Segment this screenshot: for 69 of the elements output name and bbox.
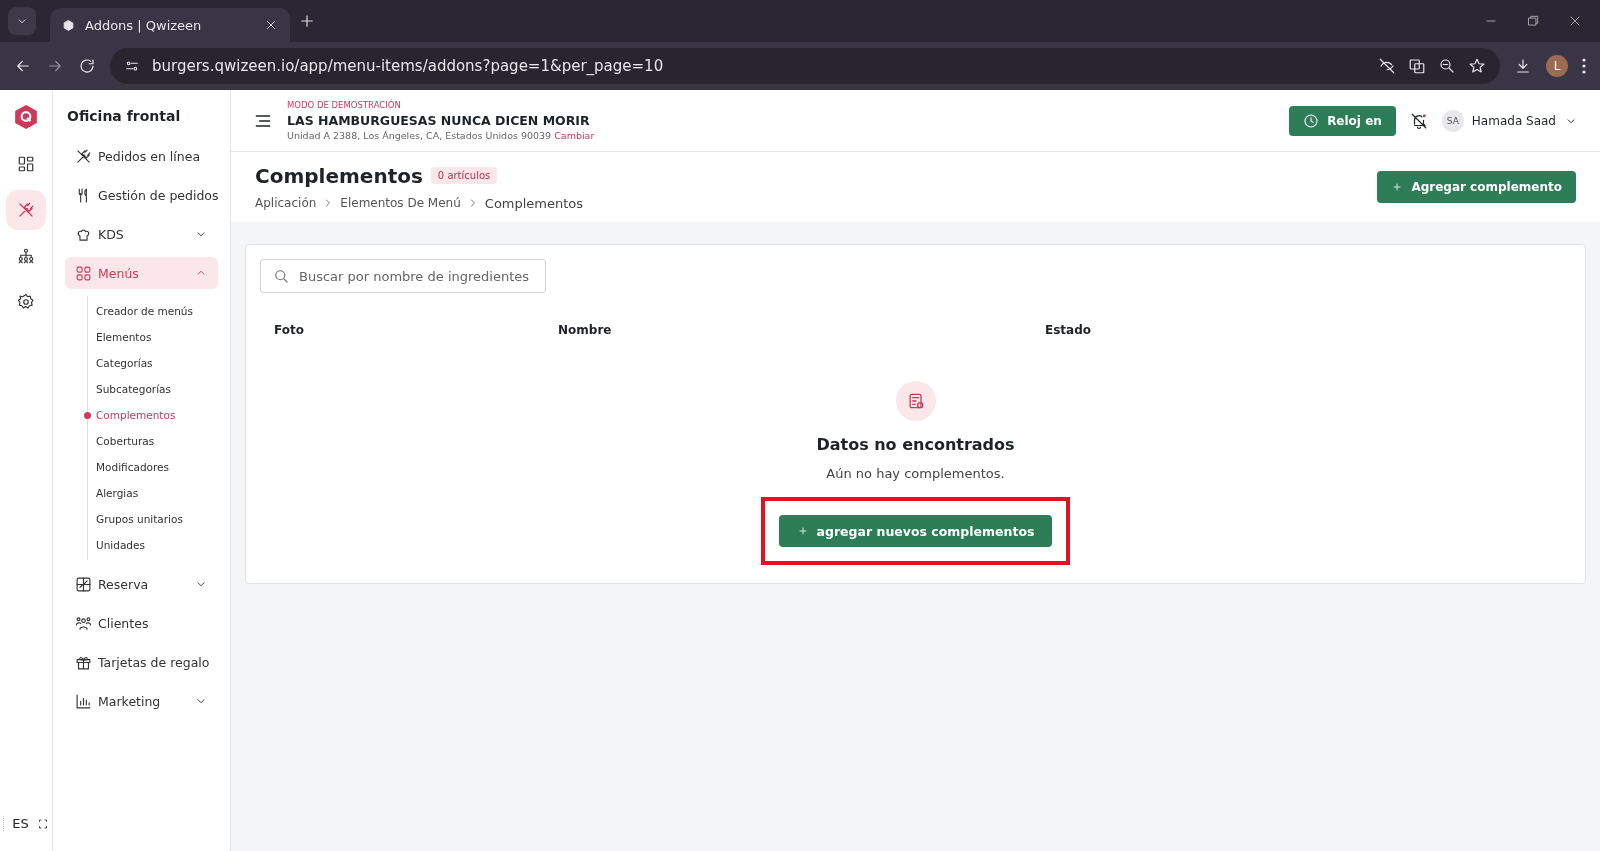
column-header: Nombre [558, 323, 613, 337]
nav-item[interactable]: Reserva [65, 568, 218, 600]
more-icon[interactable] [1582, 58, 1586, 74]
page-title: Complementos [255, 163, 423, 188]
eye-off-icon [1378, 57, 1396, 75]
submenu-item[interactable]: Modificadores [88, 454, 218, 480]
change-link[interactable]: Cambiar [554, 130, 595, 141]
clock-in-button[interactable]: Reloj en [1289, 105, 1396, 136]
restore-icon [1526, 14, 1540, 28]
rail-button[interactable] [6, 190, 46, 230]
submenu-item[interactable]: Subcategorías [88, 376, 218, 402]
sidebar-title: Oficina frontal [67, 108, 182, 124]
demo-mode-label: MODO DE DEMOSTRACIÓN [287, 100, 402, 110]
close-icon [264, 18, 278, 32]
submenu-item[interactable]: Elementos [88, 324, 218, 350]
nav-item[interactable]: KDS [65, 218, 218, 250]
nav-item[interactable]: Tarjetas de regalo [65, 646, 218, 678]
submenu-item[interactable]: Categorías [88, 350, 218, 376]
breadcrumb: Complementos [484, 195, 584, 211]
translate-icon [1408, 57, 1426, 75]
submenu-item[interactable]: Coberturas [88, 428, 218, 454]
address-bar[interactable]: burgers.qwizeen.io/app/menu-items/addons?page=1&per_page=10 [110, 48, 1500, 84]
submenu-item[interactable]: Alergias [88, 480, 218, 506]
plus-icon [298, 12, 316, 30]
breadcrumb[interactable]: Aplicación [255, 196, 317, 210]
nav-item[interactable]: Gestión de pedidos [65, 179, 218, 211]
nav-item[interactable]: Menús [65, 257, 218, 289]
submenu-item[interactable]: Creador de menús [88, 298, 218, 324]
expand-icon [36, 817, 49, 830]
dashboard-icon [17, 155, 35, 173]
empty-title: Datos no encontrados [816, 435, 1015, 454]
column-header: Estado [1045, 323, 1092, 337]
settings-icon [17, 293, 35, 311]
search-field[interactable]: Buscar por nombre de ingredientes [260, 259, 546, 293]
column-header: Foto [274, 323, 305, 337]
item-count: 0 artículos [430, 167, 498, 184]
bar-chart-icon [75, 692, 92, 710]
restaurant-address: Unidad A 2388, Los Ángeles, CA, Estados Unidos 90039 [287, 130, 552, 141]
new-tab-button[interactable] [298, 12, 316, 30]
site-settings-icon [124, 58, 140, 74]
language-label[interactable]: ES [12, 816, 29, 831]
browser-tab[interactable]: Addons | Qwizeen [50, 8, 290, 42]
restaurant-name: LAS HAMBURGUESAS NUNCA DICEN MORIR [287, 113, 591, 128]
grid-icon [75, 264, 92, 282]
fork-knife-icon [17, 201, 35, 219]
user-menu[interactable]: SA Hamada Saad [1441, 109, 1578, 132]
star-icon [1468, 57, 1486, 75]
add-addon-button[interactable]: Agregar complemento [1377, 171, 1576, 203]
zoom-icon [1438, 57, 1456, 75]
reload-icon [78, 57, 96, 75]
submenu-item[interactable]: Unidades [88, 532, 218, 558]
breadcrumb[interactable]: Elementos De Menú [340, 196, 461, 210]
download-icon [1514, 57, 1532, 75]
nav-item[interactable]: Clientes [65, 607, 218, 639]
submenu-item[interactable]: Grupos unitarios [88, 506, 218, 532]
nav-item[interactable]: Pedidos en línea [65, 140, 218, 172]
people-icon [75, 614, 92, 632]
empty-message: Aún no hay complementos. [826, 466, 1005, 481]
favicon-icon [62, 18, 75, 32]
notifications-off-icon [1409, 111, 1428, 130]
fork-knife-icon [75, 147, 92, 165]
floor-plan-icon [75, 575, 92, 593]
logo-icon [13, 104, 39, 130]
nav-item[interactable]: Marketing [65, 685, 218, 717]
clock-icon [1303, 112, 1320, 129]
profile-avatar[interactable]: L [1546, 55, 1568, 77]
hierarchy-icon [17, 247, 35, 265]
close-icon [1568, 14, 1582, 28]
add-addons-button[interactable]: agregar nuevos complementos [778, 515, 1053, 547]
